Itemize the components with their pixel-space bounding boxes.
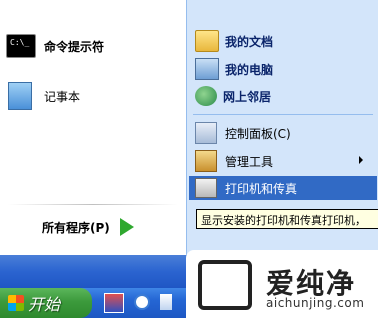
separator [8, 204, 178, 205]
submenu-arrow-icon [359, 156, 363, 164]
all-programs-button[interactable]: 所有程序(P) [42, 218, 134, 236]
my-computer-icon [195, 58, 219, 80]
start-label: 开始 [28, 295, 61, 314]
notepad-item[interactable]: 记事本 [6, 82, 80, 110]
start-button[interactable]: 开始 [0, 288, 92, 318]
admin-tools-icon [195, 150, 217, 172]
my-documents-item[interactable]: 我的文档 [195, 30, 273, 52]
control-panel-item[interactable]: 控制面板(C) [195, 122, 291, 144]
notepad-label: 记事本 [44, 89, 81, 104]
watermark-logo: 爱纯净 aichunjing.com [186, 250, 378, 318]
my-computer-label: 我的电脑 [225, 62, 274, 77]
admin-tools-item[interactable]: 管理工具 [195, 150, 273, 172]
quicklaunch-ie-icon[interactable] [134, 294, 150, 310]
cmd-item[interactable]: C:\_ 命令提示符 [6, 34, 104, 58]
my-documents-icon [195, 30, 219, 52]
green-arrow-icon [119, 218, 134, 236]
my-documents-label: 我的文档 [225, 34, 274, 49]
network-icon [195, 86, 217, 106]
my-computer-item[interactable]: 我的电脑 [195, 58, 273, 80]
quicklaunch-app-icon[interactable] [104, 293, 124, 313]
printers-label: 打印机和传真 [225, 181, 298, 196]
all-programs-label: 所有程序(P) [42, 220, 110, 235]
watermark-url: aichunjing.com [266, 296, 365, 310]
separator [193, 114, 373, 115]
printers-item[interactable]: 打印机和传真 [189, 176, 377, 200]
cmd-label: 命令提示符 [44, 39, 105, 54]
control-panel-label: 控制面板(C) [225, 126, 291, 141]
network-item[interactable]: 网上邻居 [195, 86, 271, 106]
watermark-mark-icon [198, 260, 252, 310]
network-label: 网上邻居 [223, 89, 272, 104]
admin-tools-label: 管理工具 [225, 154, 274, 169]
cmd-icon: C:\_ [6, 34, 36, 58]
notepad-icon [8, 82, 32, 110]
start-menu: C:\_ 命令提示符 记事本 所有程序(P) 我的文档 我的电脑 网上邻居 控制… [0, 0, 378, 255]
tooltip: 显示安装的打印机和传真打印机， [196, 209, 378, 229]
quicklaunch-media-icon[interactable] [160, 294, 172, 310]
printer-icon [195, 178, 217, 198]
windows-logo-icon [8, 295, 24, 311]
pinned-programs-panel: C:\_ 命令提示符 记事本 所有程序(P) [0, 0, 186, 255]
control-panel-icon [195, 122, 217, 144]
